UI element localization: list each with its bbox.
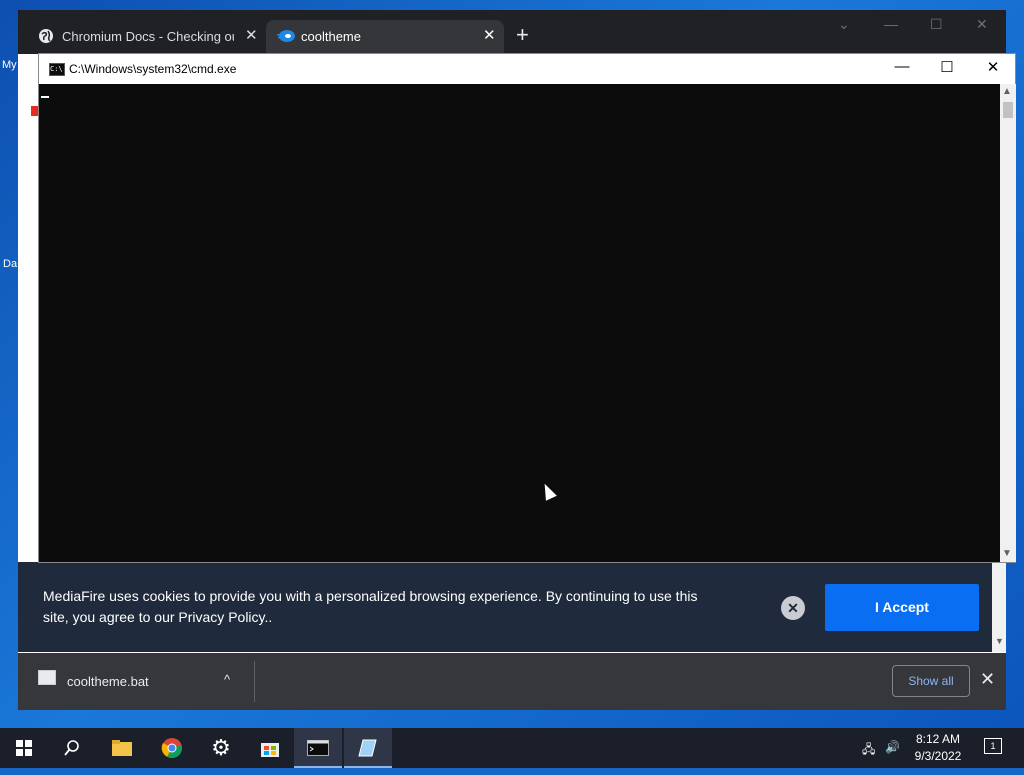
cmd-window[interactable]: C:\ C:\Windows\system32\cmd.exe — ☐ ✕ ▲ …: [38, 53, 1016, 563]
close-download-bar-icon[interactable]: ✕: [980, 669, 995, 689]
chrome-taskbar-button[interactable]: [148, 728, 196, 768]
notepad-icon: [358, 739, 377, 757]
tab-title: Chromium Docs - Checking out a: [62, 29, 234, 44]
terminal-icon: [307, 740, 329, 756]
scroll-down-icon[interactable]: ▼: [995, 636, 1004, 646]
download-bar: cooltheme.bat ^ Show all ✕: [18, 653, 1006, 710]
search-icon: [64, 740, 79, 756]
notepad-taskbar-button[interactable]: [344, 728, 392, 768]
new-tab-button[interactable]: +: [516, 24, 529, 46]
cmd-minimize-button[interactable]: —: [892, 58, 912, 75]
start-button[interactable]: [0, 728, 48, 768]
show-all-button[interactable]: Show all: [892, 665, 970, 697]
settings-button[interactable]: ⚙: [197, 728, 245, 768]
gear-icon: ⚙: [211, 735, 231, 760]
page-scrollbar[interactable]: ▼: [992, 562, 1006, 652]
minimize-button[interactable]: —: [884, 16, 898, 32]
accept-cookies-button[interactable]: I Accept: [825, 584, 979, 631]
scroll-thumb[interactable]: [1003, 102, 1013, 118]
desktop-icon-label[interactable]: Da: [3, 258, 17, 270]
clock-date: 9/3/2022: [914, 749, 962, 763]
page-edge: [18, 54, 40, 559]
chrome-icon: [161, 738, 182, 759]
scroll-up-icon[interactable]: ▲: [1002, 86, 1012, 97]
scroll-down-icon[interactable]: ▼: [1002, 548, 1012, 559]
console-cursor: [41, 96, 49, 98]
store-button[interactable]: [246, 728, 294, 768]
volume-icon[interactable]: 🔊: [885, 740, 900, 754]
download-item[interactable]: cooltheme.bat: [67, 674, 149, 689]
folder-icon: [112, 740, 132, 756]
file-explorer-button[interactable]: [98, 728, 146, 768]
cmd-title-bar[interactable]: C:\ C:\Windows\system32\cmd.exe — ☐ ✕: [39, 54, 1015, 84]
cookie-banner: MediaFire uses cookies to provide you wi…: [18, 562, 992, 652]
tab-close-icon[interactable]: ✕: [483, 28, 496, 44]
cmd-maximize-button[interactable]: ☐: [937, 58, 957, 76]
store-icon: [261, 743, 279, 757]
tab-cooltheme[interactable]: cooltheme ✕: [266, 20, 504, 54]
tab-search-icon[interactable]: ⌄: [838, 16, 850, 33]
network-icon[interactable]: 🖧: [862, 740, 875, 761]
search-button[interactable]: [48, 728, 96, 768]
cmd-scrollbar[interactable]: ▲ ▼: [1000, 84, 1016, 562]
cmd-taskbar-button[interactable]: [294, 728, 342, 768]
cookie-text: MediaFire uses cookies to provide you wi…: [43, 588, 698, 625]
mediafire-icon: [277, 30, 295, 42]
taskbar: ⚙ 🖧 🔊 8:12 AM 9/3/2022 1: [0, 728, 1024, 768]
maximize-button[interactable]: ☐: [930, 16, 943, 33]
cmd-icon: C:\: [49, 63, 65, 76]
clock[interactable]: 8:12 AM 9/3/2022: [905, 731, 971, 765]
file-icon: [38, 670, 56, 685]
tab-chromium-docs[interactable]: Chromium Docs - Checking out a ✕: [30, 20, 265, 54]
divider: [254, 661, 255, 702]
windows-icon: [16, 740, 32, 756]
cookie-dismiss-button[interactable]: ✕: [781, 596, 805, 620]
cmd-title: C:\Windows\system32\cmd.exe: [69, 62, 237, 76]
globe-icon: [39, 29, 53, 43]
desktop-icon-label[interactable]: My: [2, 59, 17, 71]
clock-time: 8:12 AM: [915, 732, 961, 746]
cmd-close-button[interactable]: ✕: [983, 58, 1003, 76]
notification-icon[interactable]: 1: [984, 738, 1002, 754]
tab-bar: Chromium Docs - Checking out a ✕ coolthe…: [18, 10, 1006, 54]
close-button[interactable]: ✕: [976, 16, 988, 33]
chevron-up-icon[interactable]: ^: [224, 672, 230, 687]
tab-title: cooltheme: [301, 29, 361, 44]
tab-close-icon[interactable]: ✕: [245, 28, 258, 44]
